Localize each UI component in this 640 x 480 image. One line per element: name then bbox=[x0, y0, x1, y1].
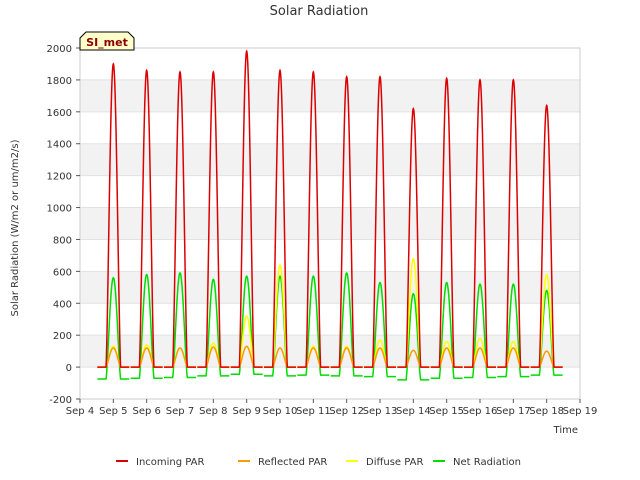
x-tick-label: Sep 4 bbox=[66, 406, 94, 417]
x-axis-title: Time bbox=[553, 425, 578, 436]
x-tick-label: Sep 8 bbox=[199, 406, 227, 417]
y-axis-title: Solar Radiation (W/m2 or um/m2/s) bbox=[10, 139, 21, 316]
y-axis: -200 0 200 400 600 800 1000 1200 1400 1600 1800 200… bbox=[47, 44, 80, 406]
background-band bbox=[80, 207, 580, 240]
legend-entry: Reflected PAR bbox=[258, 457, 327, 468]
x-tick-label: Sep 19 bbox=[563, 406, 598, 417]
y-tick-label: 2000 bbox=[47, 44, 72, 55]
y-tick-label: 1800 bbox=[47, 76, 72, 87]
legend-entry: Diffuse PAR bbox=[366, 457, 423, 468]
x-tick-label: Sep 12 bbox=[329, 406, 364, 417]
x-tick-label: Sep 6 bbox=[132, 406, 160, 417]
x-axis: Sep 4 Sep 5 Sep 6 Sep 7 Sep 8 Sep 9 Sep 10Sep … bbox=[66, 399, 598, 417]
y-tick-label: 200 bbox=[53, 331, 72, 342]
y-tick-label: 600 bbox=[53, 267, 72, 278]
x-tick-label: Sep 9 bbox=[232, 406, 260, 417]
site-badge: SI_met bbox=[79, 31, 135, 51]
y-tick-label: -200 bbox=[49, 395, 72, 406]
y-tick-label: 0 bbox=[66, 363, 72, 374]
x-tick-label: Sep 16 bbox=[463, 406, 498, 417]
x-tick-label: Sep 14 bbox=[396, 406, 431, 417]
x-tick-label: Sep 17 bbox=[496, 406, 531, 417]
y-tick-label: 1200 bbox=[47, 172, 72, 183]
site-badge-label: SI_met bbox=[86, 36, 128, 49]
legend-entry: Net Radiation bbox=[453, 457, 521, 468]
x-tick-label: Sep 5 bbox=[99, 406, 127, 417]
x-tick-label: Sep 10 bbox=[263, 406, 298, 417]
background-band bbox=[80, 79, 580, 112]
x-tick-label: Sep 18 bbox=[529, 406, 564, 417]
x-tick-label: Sep 7 bbox=[166, 406, 194, 417]
legend: Incoming PAR Reflected PAR Diffuse PAR Net … bbox=[116, 457, 521, 468]
x-tick-label: Sep 13 bbox=[363, 406, 398, 417]
solar-radiation-chart: Solar Radiation -200 0 200 400 600 800 1000 120… bbox=[10, 4, 598, 468]
background-band bbox=[80, 335, 580, 368]
background-band bbox=[80, 143, 580, 176]
background-band bbox=[80, 271, 580, 304]
chart-title: Solar Radiation bbox=[270, 4, 369, 19]
y-tick-label: 1400 bbox=[47, 140, 72, 151]
y-tick-label: 1600 bbox=[47, 108, 72, 119]
legend-entry: Incoming PAR bbox=[136, 457, 205, 468]
x-tick-label: Sep 15 bbox=[429, 406, 464, 417]
y-tick-label: 400 bbox=[53, 299, 72, 310]
background-bands bbox=[80, 79, 580, 368]
y-tick-label: 1000 bbox=[47, 204, 72, 215]
x-tick-label: Sep 11 bbox=[296, 406, 331, 417]
y-tick-label: 800 bbox=[53, 235, 72, 246]
